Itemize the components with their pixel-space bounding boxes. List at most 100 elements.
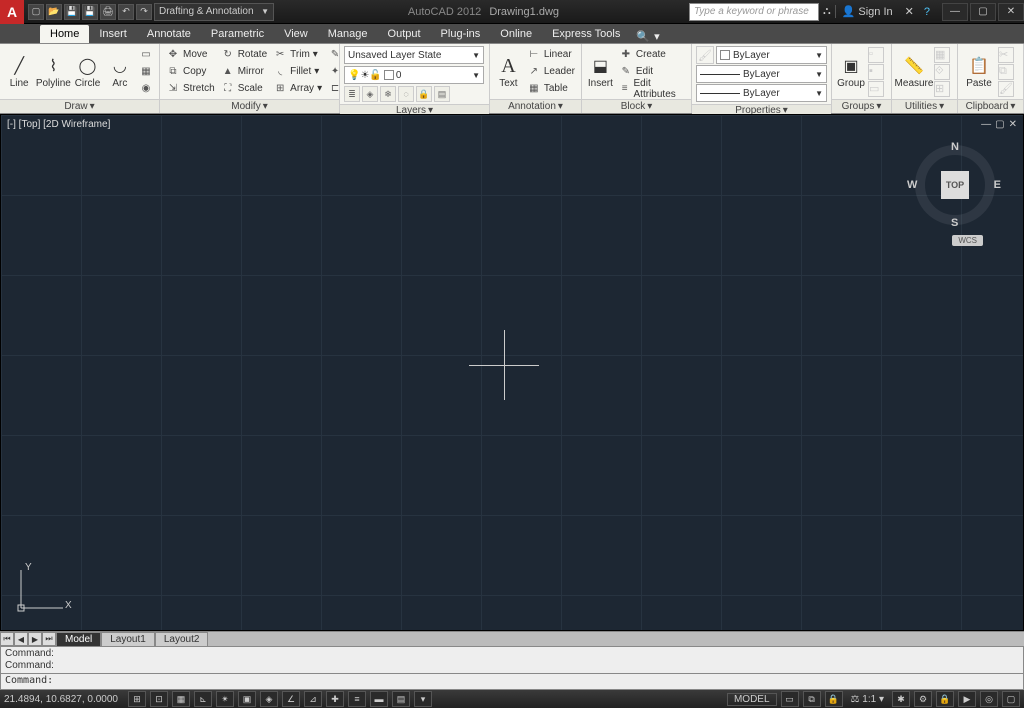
qp-button[interactable]: ▤ bbox=[392, 691, 410, 707]
group-bbox-button[interactable]: ▭ bbox=[868, 81, 884, 97]
new-icon[interactable]: ▢ bbox=[28, 4, 44, 20]
clean-screen[interactable]: ▢ bbox=[1002, 691, 1020, 707]
layer-freeze-button[interactable]: ❄ bbox=[380, 86, 396, 102]
panel-utilities-title[interactable]: Utilities ▾ bbox=[892, 99, 957, 113]
saveas-icon[interactable]: 💾 bbox=[82, 4, 98, 20]
viewport-close[interactable]: ✕ bbox=[1009, 119, 1017, 130]
toolbar-lock[interactable]: 🔒 bbox=[936, 691, 954, 707]
text-button[interactable]: AText bbox=[494, 47, 523, 97]
layer-match-button[interactable]: ▤ bbox=[434, 86, 450, 102]
trim-button[interactable]: ✂Trim ▾ bbox=[271, 47, 324, 63]
insert-button[interactable]: ⬓Insert bbox=[586, 47, 615, 97]
tab-insert[interactable]: Insert bbox=[89, 25, 137, 43]
tab-annotate[interactable]: Annotate bbox=[137, 25, 201, 43]
workspace-switch[interactable]: ⚙ bbox=[914, 691, 932, 707]
tab-output[interactable]: Output bbox=[378, 25, 431, 43]
tab-plugins[interactable]: Plug-ins bbox=[431, 25, 491, 43]
quick-select-button[interactable]: ⟐ bbox=[934, 64, 950, 80]
open-icon[interactable]: 📂 bbox=[46, 4, 62, 20]
redo-icon[interactable]: ↷ bbox=[136, 4, 152, 20]
group-button[interactable]: ▣Group bbox=[836, 47, 866, 97]
isolate-objects[interactable]: ◎ bbox=[980, 691, 998, 707]
annotation-scale[interactable]: ⚖ 1:1 ▾ bbox=[847, 694, 888, 705]
compass-e[interactable]: E bbox=[994, 179, 1001, 191]
scale-button[interactable]: ⛶Scale bbox=[219, 81, 269, 97]
layout-last[interactable]: ⏭ bbox=[42, 632, 56, 646]
paste-button[interactable]: 📋Paste bbox=[962, 47, 996, 97]
layout-tab-model[interactable]: Model bbox=[56, 632, 101, 647]
panel-clipboard-title[interactable]: Clipboard ▾ bbox=[958, 99, 1023, 113]
rotate-button[interactable]: ↻Rotate bbox=[219, 47, 269, 63]
measure-button[interactable]: 📏Measure bbox=[896, 47, 932, 97]
copy-clip-button[interactable]: ⧉ bbox=[998, 64, 1014, 80]
search-input[interactable]: Type a keyword or phrase bbox=[689, 3, 819, 21]
save-icon[interactable]: 💾 bbox=[64, 4, 80, 20]
layer-iso-button[interactable]: ◈ bbox=[362, 86, 378, 102]
tab-express[interactable]: Express Tools bbox=[542, 25, 630, 43]
tabs-minimize-icon[interactable]: ▾ bbox=[654, 30, 660, 43]
sign-in-button[interactable]: 👤 Sign In bbox=[835, 5, 893, 18]
array-button[interactable]: ⊞Array ▾ bbox=[271, 81, 324, 97]
hatch-button[interactable]: ▦ bbox=[137, 64, 155, 80]
polar-button[interactable]: ✴ bbox=[216, 691, 234, 707]
ungroup-button[interactable]: ▫ bbox=[868, 47, 884, 63]
tab-manage[interactable]: Manage bbox=[318, 25, 378, 43]
compass-s[interactable]: S bbox=[951, 217, 958, 229]
tab-home[interactable]: Home bbox=[40, 25, 89, 43]
undo-icon[interactable]: ↶ bbox=[118, 4, 134, 20]
table-button[interactable]: ▦Table bbox=[525, 81, 577, 97]
line-button[interactable]: ╱Line bbox=[4, 47, 34, 97]
cube-face[interactable]: TOP bbox=[941, 171, 969, 199]
panel-draw-title[interactable]: Draw ▾ bbox=[0, 99, 159, 113]
viewport-maximize[interactable]: ▢ bbox=[995, 119, 1004, 130]
layout-next[interactable]: ▶ bbox=[28, 632, 42, 646]
drawing-canvas[interactable]: [-] [Top] [2D Wireframe] — ▢ ✕ Y X TOP N… bbox=[0, 114, 1024, 631]
arc-button[interactable]: ◡Arc bbox=[105, 47, 135, 97]
autodesk360-icon[interactable]: ⛬ bbox=[823, 5, 831, 18]
ducs-button[interactable]: ⊿ bbox=[304, 691, 322, 707]
select-all-button[interactable]: ▦ bbox=[934, 47, 950, 63]
quick-view-layouts[interactable]: ▭ bbox=[781, 691, 799, 707]
move-button[interactable]: ✥Move bbox=[164, 47, 217, 63]
workspace-selector[interactable]: Drafting & Annotation ▼ bbox=[154, 3, 274, 21]
rectangle-button[interactable]: ▭ bbox=[137, 47, 155, 63]
otrack-button[interactable]: ∠ bbox=[282, 691, 300, 707]
app-logo[interactable]: A bbox=[0, 0, 24, 24]
compass-n[interactable]: N bbox=[951, 141, 959, 153]
exchange-icon[interactable]: ✕ bbox=[905, 5, 914, 18]
hardware-accel[interactable]: ▶ bbox=[958, 691, 976, 707]
compass-w[interactable]: W bbox=[907, 179, 917, 191]
osnap-button[interactable]: ▣ bbox=[238, 691, 256, 707]
panel-modify-title[interactable]: Modify ▾ bbox=[160, 99, 339, 113]
copy-button[interactable]: ⧉Copy bbox=[164, 64, 217, 80]
layer-lock-button[interactable]: 🔒 bbox=[416, 86, 432, 102]
mirror-button[interactable]: ▲Mirror bbox=[219, 64, 269, 80]
viewport-minimize[interactable]: — bbox=[981, 119, 991, 130]
layer-off-button[interactable]: ◌ bbox=[398, 86, 414, 102]
match-button[interactable]: 🖌 bbox=[998, 81, 1014, 97]
tab-online[interactable]: Online bbox=[490, 25, 542, 43]
layer-state-combo[interactable]: Unsaved Layer State▼ bbox=[344, 46, 484, 64]
tab-view[interactable]: View bbox=[274, 25, 318, 43]
dyn-button[interactable]: ✚ bbox=[326, 691, 344, 707]
grid-button[interactable]: ▦ bbox=[172, 691, 190, 707]
close-button[interactable]: ✕ bbox=[998, 3, 1024, 21]
layer-props-button[interactable]: ≣ bbox=[344, 86, 360, 102]
layout-tab-1[interactable]: Layout1 bbox=[101, 632, 155, 647]
viewport-label[interactable]: [-] [Top] [2D Wireframe] bbox=[7, 119, 110, 130]
ortho-button[interactable]: ⊾ bbox=[194, 691, 212, 707]
edit-attr-button[interactable]: ≡Edit Attributes bbox=[617, 81, 687, 97]
leader-button[interactable]: ↗Leader bbox=[525, 64, 577, 80]
model-space-button[interactable]: MODEL bbox=[727, 693, 777, 706]
maximize-button[interactable]: ▢ bbox=[970, 3, 996, 21]
polyline-button[interactable]: ⌇Polyline bbox=[36, 47, 70, 97]
minimize-button[interactable]: — bbox=[942, 3, 968, 21]
create-block-button[interactable]: ✚Create bbox=[617, 47, 687, 63]
help-icon[interactable]: ? bbox=[924, 6, 930, 18]
view-cube[interactable]: TOP N S E W bbox=[915, 145, 995, 225]
sc-button[interactable]: ▾ bbox=[414, 691, 432, 707]
circle-button[interactable]: ◯Circle bbox=[72, 47, 102, 97]
tpy-button[interactable]: ▬ bbox=[370, 691, 388, 707]
color-combo[interactable]: ByLayer▼ bbox=[716, 46, 827, 64]
annotation-visibility[interactable]: ✱ bbox=[892, 691, 910, 707]
